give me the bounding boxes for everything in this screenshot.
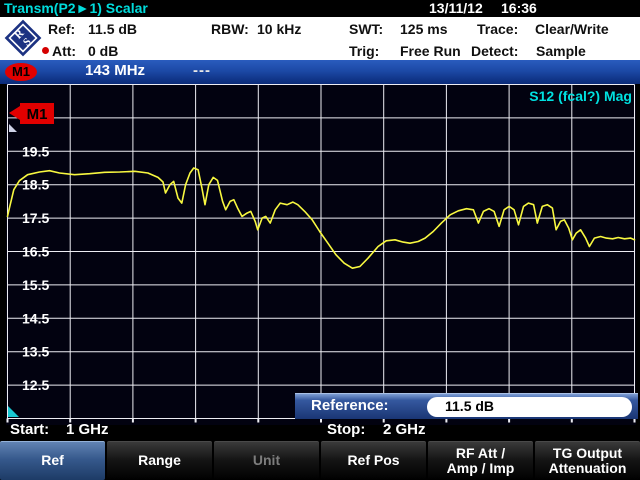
y-axis-label: 18.5 xyxy=(22,177,49,193)
y-axis-label: 16.5 xyxy=(22,244,49,260)
top-status-bar: Transm(P2►1) Scalar 13/11/12 16:36 xyxy=(0,0,640,17)
att-indicator-dot xyxy=(42,47,49,54)
ref-value: 11.5 dB xyxy=(88,21,137,37)
swt-label: SWT: xyxy=(349,21,383,37)
marker-m1-badge[interactable]: M1 xyxy=(5,63,37,81)
rbw-value: 10 kHz xyxy=(257,21,301,37)
att-value: 0 dB xyxy=(88,43,118,59)
reference-entry-label: Reference: xyxy=(311,397,389,414)
ref-label: Ref: xyxy=(48,21,75,37)
trig-label: Trig: xyxy=(349,43,379,59)
marker-m1-flag-label: M1 xyxy=(27,106,48,123)
y-axis-label: 13.5 xyxy=(22,344,49,360)
softkey-unit[interactable]: Unit xyxy=(214,441,319,480)
softkey-ref-pos[interactable]: Ref Pos xyxy=(321,441,426,480)
trace-plot: 19.5 18.5 17.5 16.5 15.5 14.5 13.5 12.5 S12 (fca… xyxy=(6,84,636,425)
s12-trace-label: S12 (fcal?) Mag xyxy=(529,88,632,104)
y-axis-label: 12.5 xyxy=(22,377,49,393)
marker-readout-bar: M1 143 MHz --- xyxy=(0,60,640,84)
start-value[interactable]: 1 GHz xyxy=(66,421,109,438)
softkey-bar: RefRangeUnitRef PosRF Att / Amp / ImpTG … xyxy=(0,441,640,480)
trace-label: Trace: xyxy=(477,21,518,37)
reference-value-field[interactable]: 11.5 dB xyxy=(427,397,632,417)
measurement-title: Transm(P2►1) Scalar xyxy=(4,0,148,16)
softkey-range[interactable]: Range xyxy=(107,441,212,480)
settings-header: R S Ref: 11.5 dB RBW: 10 kHz SWT: 125 ms… xyxy=(0,17,640,60)
y-axis-label: 15.5 xyxy=(22,277,49,293)
swt-value: 125 ms xyxy=(400,21,447,37)
reference-value-text: 11.5 dB xyxy=(445,398,494,414)
marker-level-value: --- xyxy=(193,62,211,79)
detect-label: Detect: xyxy=(471,43,518,59)
trace-value: Clear/Write xyxy=(535,21,609,37)
date-display: 13/11/12 xyxy=(429,0,483,16)
y-axis-label: 17.5 xyxy=(22,210,49,226)
rohde-schwarz-logo: R S xyxy=(2,17,44,59)
stop-value[interactable]: 2 GHz xyxy=(383,421,426,438)
marker-frequency-value[interactable]: 143 MHz xyxy=(85,62,145,79)
detect-value: Sample xyxy=(536,43,586,59)
softkey-tg-output-attenuation[interactable]: TG Output Attenuation xyxy=(535,441,640,480)
y-axis-label: 14.5 xyxy=(22,310,49,326)
reference-entry-bar: Reference: 11.5 dB xyxy=(295,393,638,419)
softkey-rf-att-amp-imp[interactable]: RF Att / Amp / Imp xyxy=(428,441,533,480)
start-label: Start: xyxy=(10,421,49,438)
trig-value: Free Run xyxy=(400,43,461,59)
rbw-label: RBW: xyxy=(211,21,249,37)
stop-label: Stop: xyxy=(327,421,365,438)
analyzer-screen: Transm(P2►1) Scalar 13/11/12 16:36 R S R… xyxy=(0,0,640,480)
y-axis-label: 19.5 xyxy=(22,143,49,159)
time-display: 16:36 xyxy=(501,0,537,16)
softkey-ref[interactable]: Ref xyxy=(0,441,105,480)
att-label: Att: xyxy=(52,43,76,59)
